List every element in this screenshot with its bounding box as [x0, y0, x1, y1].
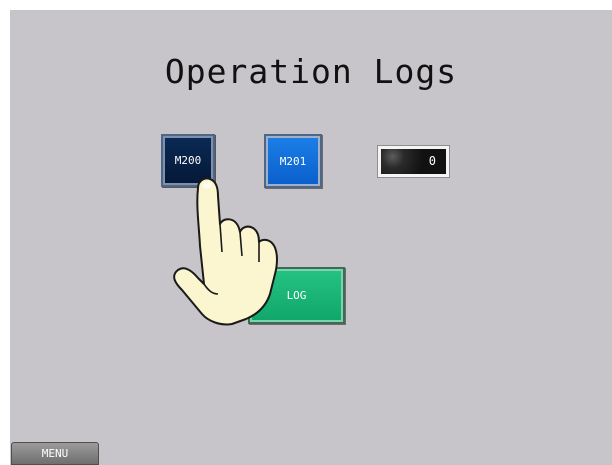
page-title: Operation Logs — [164, 52, 458, 91]
menu-button[interactable]: MENU — [11, 442, 99, 465]
pointing-hand-icon — [173, 177, 278, 326]
menu-label: MENU — [41, 447, 69, 460]
hmi-screen: Operation Logs M200 M201 0 LOG MENU — [10, 10, 612, 465]
counter-display: 0 — [377, 145, 450, 178]
counter-value: 0 — [381, 149, 446, 174]
